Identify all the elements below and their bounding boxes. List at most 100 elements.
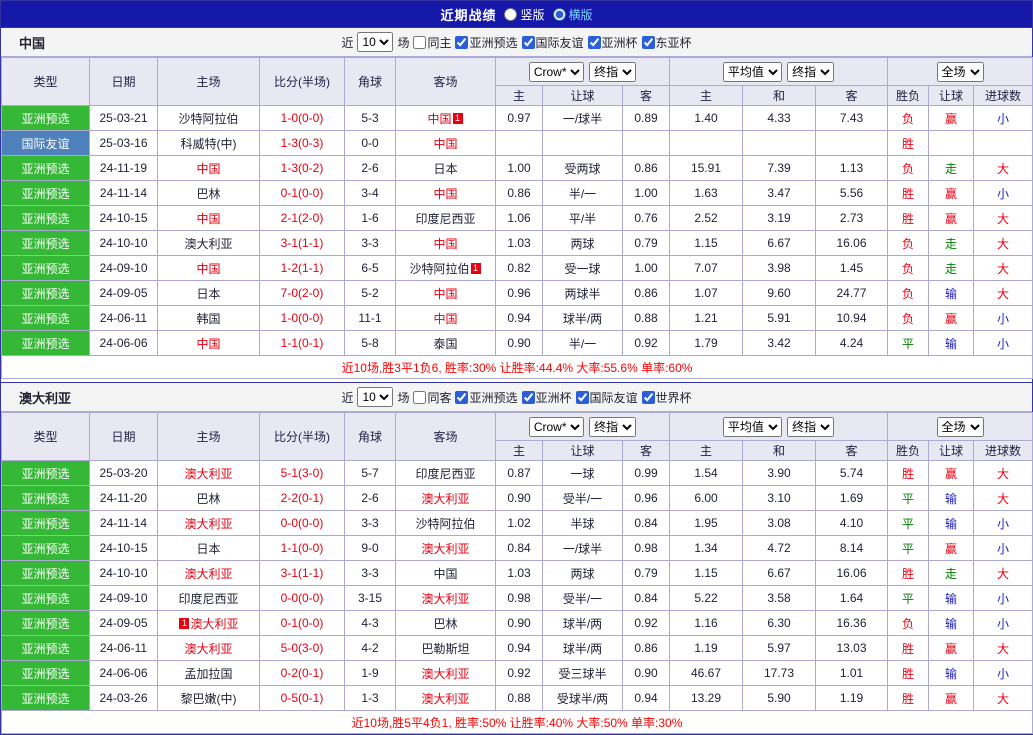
summary-text: 近10场,胜5平4负1, 胜率:50% 让胜率:40% 大率:50% 单率:30… xyxy=(0,710,1033,734)
competition-filter-2[interactable]: 亚洲杯 xyxy=(521,389,572,406)
away-team-cell: 澳大利亚 xyxy=(395,485,496,511)
avg-draw-odds-cell: 3.08 xyxy=(742,510,816,536)
competition-checkbox-4[interactable] xyxy=(641,35,655,49)
competition-checkbox-4[interactable] xyxy=(641,390,655,404)
team-name: 沙特阿拉伯 xyxy=(415,516,476,531)
handicap-result-cell: 走 xyxy=(928,155,975,181)
team-name: 澳大利亚 xyxy=(190,616,239,631)
subcol-avg-home: 主 xyxy=(669,440,743,461)
competition-filter-2[interactable]: 国际友谊 xyxy=(521,34,584,51)
match-date-cell: 24-09-05 xyxy=(89,280,158,306)
competition-checkbox-1[interactable] xyxy=(455,390,469,404)
subcol-away-odds: 客 xyxy=(622,440,670,461)
horizontal-layout-label: 横版 xyxy=(568,7,593,22)
average-select[interactable]: 平均值 xyxy=(722,416,782,437)
odds-company-select[interactable]: Crow* xyxy=(528,416,584,437)
competition-filter-3[interactable]: 亚洲杯 xyxy=(587,34,638,51)
fulltime-select[interactable]: 全场 xyxy=(936,61,984,82)
handicap-line-cell: 两球 xyxy=(542,560,623,586)
odds-time-select[interactable]: 终指 xyxy=(589,416,637,437)
avg-draw-odds-cell: 6.67 xyxy=(742,560,816,586)
section-header: 中国 近 10 场 同主 亚洲预选 国际友谊 亚洲杯 东亚杯 xyxy=(1,28,1032,57)
corner-cell: 3-3 xyxy=(344,230,396,256)
competition-checkbox-3[interactable] xyxy=(587,35,601,49)
red-card-badge: 1 xyxy=(452,112,463,124)
same-venue-filter[interactable]: 同主 xyxy=(413,34,451,51)
fulltime-select[interactable]: 全场 xyxy=(936,416,984,437)
team-name: 中国 xyxy=(196,261,221,276)
competition-label-2: 国际友谊 xyxy=(535,35,584,50)
average-select[interactable]: 平均值 xyxy=(722,61,782,82)
match-row: 亚洲预选 24-09-05 1 澳大利亚 0-1(0-0) 4-3 巴林 0.90 球半/两 0.… xyxy=(1,610,1033,636)
match-type-cell: 亚洲预选 xyxy=(1,585,90,611)
same-venue-checkbox[interactable] xyxy=(413,390,427,404)
away-team-cell: 中国 xyxy=(395,280,496,306)
avg-home-odds-cell: 1.54 xyxy=(669,460,743,486)
subcol-avg-home: 主 xyxy=(669,85,743,106)
handicap-away-odds-cell: 0.94 xyxy=(622,685,670,711)
handicap-result-cell: 赢 xyxy=(928,105,975,131)
match-date-cell: 24-11-14 xyxy=(89,510,158,536)
handicap-line-cell: 受半/一 xyxy=(542,585,623,611)
vertical-layout-radio[interactable] xyxy=(504,7,518,21)
handicap-home-odds-cell: 0.97 xyxy=(495,105,543,131)
competition-label-1: 亚洲预选 xyxy=(469,390,518,405)
horizontal-layout-radio[interactable] xyxy=(552,7,566,21)
handicap-line-cell: 两球 xyxy=(542,230,623,256)
team-name: 泰国 xyxy=(433,336,458,351)
handicap-home-odds-cell: 1.06 xyxy=(495,205,543,231)
average-time-select[interactable]: 终指 xyxy=(787,61,835,82)
col-away: 客场 xyxy=(395,412,496,461)
score-cell: 0-1(0-0) xyxy=(259,610,345,636)
competition-checkbox-2[interactable] xyxy=(521,390,535,404)
average-odds-group: 平均值 终指 xyxy=(668,412,889,441)
competition-checkbox-1[interactable] xyxy=(455,35,469,49)
recent-count-select[interactable]: 10 xyxy=(357,32,394,52)
competition-checkbox-2[interactable] xyxy=(521,35,535,49)
avg-away-odds-cell: 4.10 xyxy=(814,510,889,536)
home-team-cell: 中国 xyxy=(157,205,260,231)
match-date-cell: 25-03-21 xyxy=(89,105,158,131)
handicap-line-cell: 球半/两 xyxy=(542,305,623,331)
competition-filter-4[interactable]: 世界杯 xyxy=(641,389,692,406)
col-home: 主场 xyxy=(157,57,260,106)
subcol-result: 胜负 xyxy=(887,85,930,106)
away-team-cell: 巴勒斯坦 xyxy=(395,635,496,661)
same-venue-checkbox[interactable] xyxy=(413,35,427,49)
same-venue-label: 同客 xyxy=(427,390,452,405)
competition-filter-4[interactable]: 东亚杯 xyxy=(641,34,692,51)
avg-draw-odds-cell: 3.10 xyxy=(742,485,816,511)
handicap-away-odds-cell: 0.84 xyxy=(622,585,670,611)
match-date-cell: 24-06-11 xyxy=(89,305,158,331)
goals-result-cell: 小 xyxy=(973,585,1033,611)
col-score: 比分(半场) xyxy=(259,57,345,106)
competition-filter-1[interactable]: 亚洲预选 xyxy=(455,389,518,406)
average-time-select[interactable]: 终指 xyxy=(787,416,835,437)
avg-draw-odds-cell: 3.47 xyxy=(742,180,816,206)
match-row: 亚洲预选 24-06-06 孟加拉国 0-2(0-1) 1-9 澳大利亚 0.92 受三球半 0… xyxy=(1,660,1033,686)
handicap-line-cell: 受球半/两 xyxy=(542,685,623,711)
recent-count-select[interactable]: 10 xyxy=(357,387,394,407)
match-row: 亚洲预选 25-03-21 沙特阿拉伯 1-0(0-0) 5-3 中国 1 0.97 一/球半 0… xyxy=(1,105,1033,131)
team-name: 中国 xyxy=(433,311,458,326)
layout-horizontal-option[interactable]: 横版 xyxy=(552,6,593,23)
handicap-line-cell: 球半/两 xyxy=(542,635,623,661)
goals-result-cell: 大 xyxy=(973,255,1033,281)
goals-result-cell: 小 xyxy=(973,535,1033,561)
handicap-home-odds-cell: 0.94 xyxy=(495,305,543,331)
odds-time-select[interactable]: 终指 xyxy=(589,61,637,82)
handicap-away-odds-cell: 0.92 xyxy=(622,610,670,636)
competition-filter-3[interactable]: 国际友谊 xyxy=(575,389,638,406)
competition-checkbox-3[interactable] xyxy=(575,390,589,404)
layout-vertical-option[interactable]: 竖版 xyxy=(504,6,545,23)
handicap-home-odds-cell: 0.87 xyxy=(495,460,543,486)
same-venue-filter[interactable]: 同客 xyxy=(413,389,451,406)
home-team-cell: 1 澳大利亚 xyxy=(157,610,260,636)
handicap-result-cell: 赢 xyxy=(928,685,975,711)
home-team-cell: 黎巴嫩(中) xyxy=(157,685,260,711)
team-name: 巴林 xyxy=(433,616,458,631)
handicap-away-odds-cell: 1.00 xyxy=(622,180,670,206)
match-date-cell: 24-11-19 xyxy=(89,155,158,181)
odds-company-select[interactable]: Crow* xyxy=(528,61,584,82)
competition-filter-1[interactable]: 亚洲预选 xyxy=(455,34,518,51)
